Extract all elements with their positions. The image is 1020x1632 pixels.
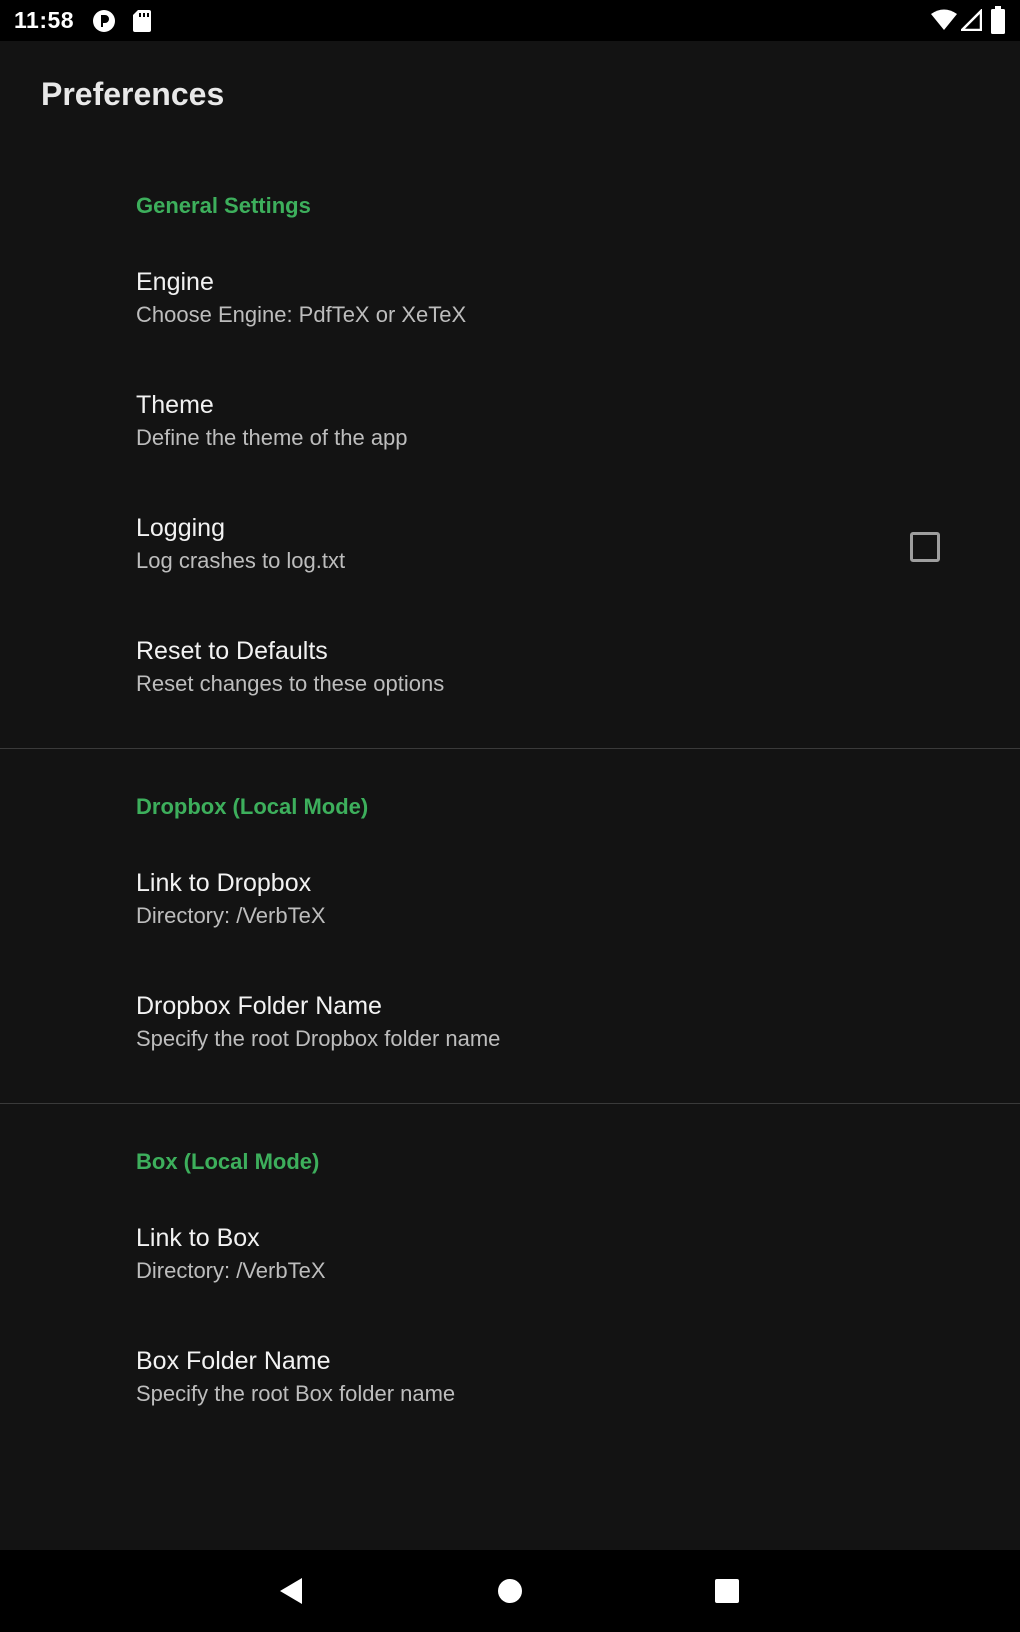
navigation-bar bbox=[0, 1550, 1020, 1632]
app-notification-icon bbox=[93, 10, 115, 32]
logging-checkbox[interactable] bbox=[910, 532, 940, 562]
battery-icon bbox=[991, 6, 1005, 34]
page-title: Preferences bbox=[41, 76, 225, 112]
pref-theme[interactable]: Theme Define the theme of the app bbox=[0, 371, 1020, 494]
recents-icon[interactable] bbox=[703, 1567, 751, 1615]
pref-link-box-title: Link to Box bbox=[136, 1224, 260, 1252]
category-box: Box (Local Mode) bbox=[136, 1149, 320, 1174]
pref-engine-title: Engine bbox=[136, 268, 214, 296]
pref-reset-title: Reset to Defaults bbox=[136, 637, 328, 665]
pref-logging-title: Logging bbox=[136, 514, 225, 542]
category-dropbox: Dropbox (Local Mode) bbox=[136, 794, 369, 819]
pref-theme-summary: Define the theme of the app bbox=[136, 425, 408, 450]
preference-list: General Settings Engine Choose Engine: P… bbox=[0, 148, 1020, 1450]
cell-signal-icon bbox=[961, 9, 982, 31]
pref-reset-summary: Reset changes to these options bbox=[136, 671, 445, 696]
pref-logging[interactable]: Logging Log crashes to log.txt bbox=[0, 494, 1020, 617]
pref-link-box-summary: Directory: /VerbTeX bbox=[136, 1258, 326, 1283]
preferences-screen: 11:58 Preferences General Settings Engin… bbox=[0, 0, 1020, 1632]
status-bar: 11:58 bbox=[0, 0, 1020, 41]
pref-dropbox-folder-summary: Specify the root Dropbox folder name bbox=[136, 1026, 501, 1051]
pref-dropbox-folder-name[interactable]: Dropbox Folder Name Specify the root Dro… bbox=[0, 972, 1020, 1095]
pref-logging-summary: Log crashes to log.txt bbox=[136, 548, 346, 573]
pref-link-dropbox-summary: Directory: /VerbTeX bbox=[136, 903, 326, 928]
pref-link-dropbox-title: Link to Dropbox bbox=[136, 869, 312, 897]
category-general-settings: General Settings bbox=[136, 193, 311, 218]
home-icon[interactable] bbox=[486, 1567, 534, 1615]
pref-box-folder-title: Box Folder Name bbox=[136, 1347, 331, 1375]
pref-dropbox-folder-title: Dropbox Folder Name bbox=[136, 992, 382, 1020]
back-icon[interactable] bbox=[266, 1567, 314, 1615]
status-time: 11:58 bbox=[14, 7, 75, 33]
pref-engine[interactable]: Engine Choose Engine: PdfTeX or XeTeX bbox=[0, 248, 1020, 371]
pref-theme-title: Theme bbox=[136, 391, 214, 419]
pref-reset-defaults[interactable]: Reset to Defaults Reset changes to these… bbox=[0, 617, 1020, 740]
pref-engine-summary: Choose Engine: PdfTeX or XeTeX bbox=[136, 302, 467, 327]
sd-card-icon bbox=[133, 10, 151, 32]
pref-box-folder-name[interactable]: Box Folder Name Specify the root Box fol… bbox=[0, 1327, 1020, 1450]
pref-link-box[interactable]: Link to Box Directory: /VerbTeX bbox=[0, 1204, 1020, 1327]
pref-link-dropbox[interactable]: Link to Dropbox Directory: /VerbTeX bbox=[0, 849, 1020, 972]
wifi-icon bbox=[931, 9, 957, 30]
pref-box-folder-summary: Specify the root Box folder name bbox=[136, 1381, 456, 1406]
